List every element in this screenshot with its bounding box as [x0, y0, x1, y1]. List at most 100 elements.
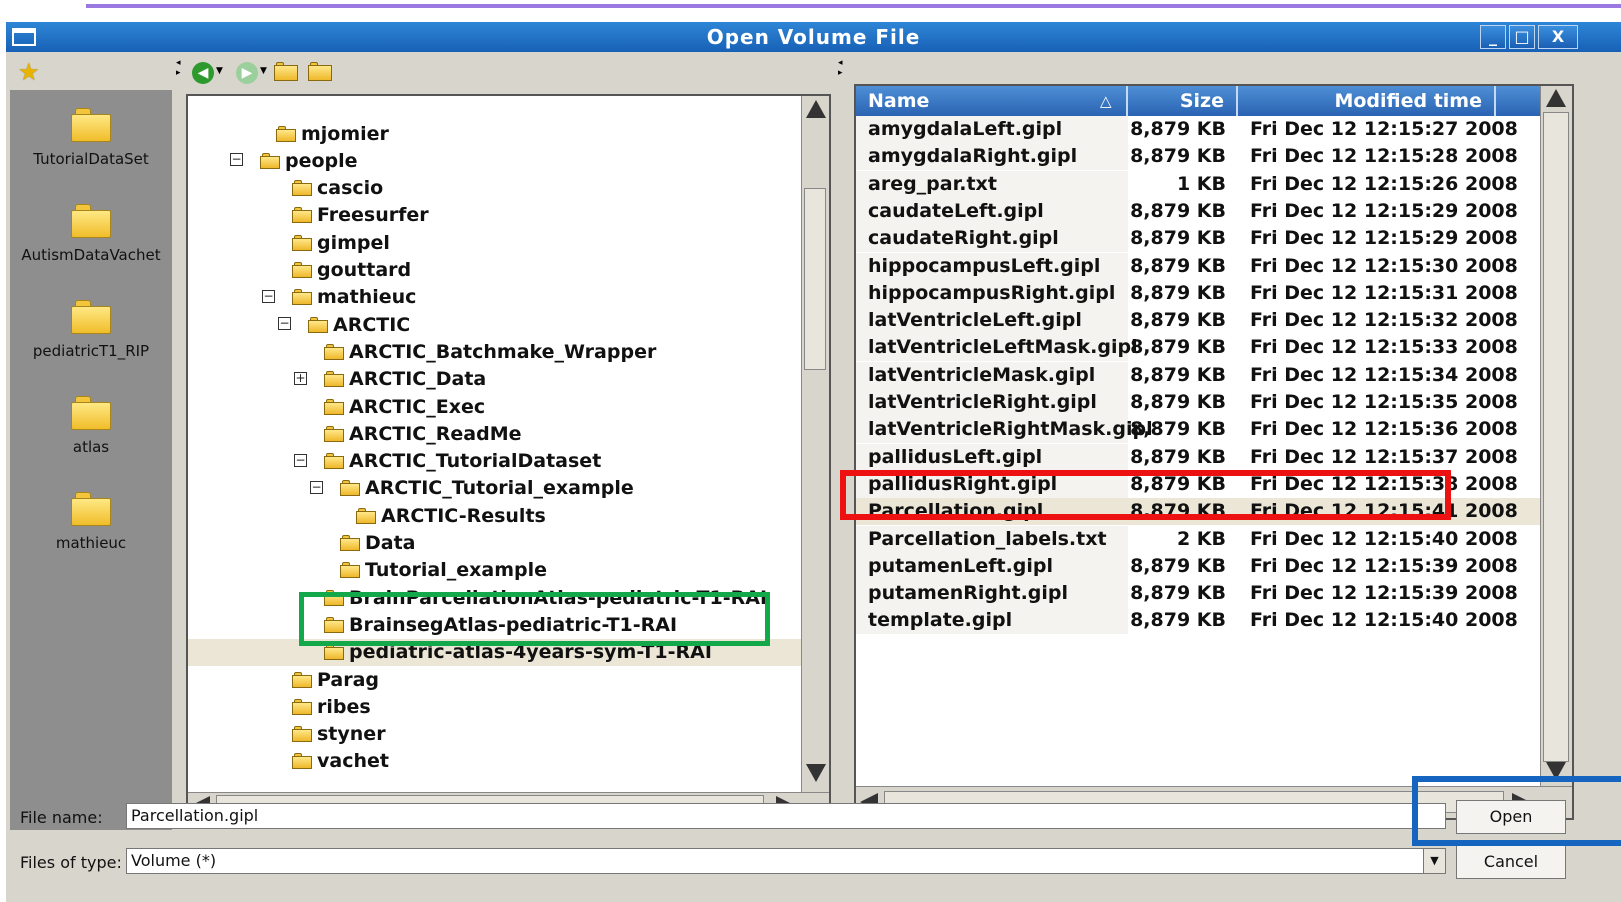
- place-item[interactable]: mathieuc: [10, 492, 172, 552]
- file-row[interactable]: template.gipl 8,879 KB Fri Dec 12 12:15:40…: [856, 607, 1540, 635]
- folder-icon: [292, 671, 312, 688]
- file-name-cell: caudateLeft.gipl: [868, 199, 1044, 222]
- file-row[interactable]: latVentricleMask.gipl 8,879 KB Fri Dec 12 …: [856, 361, 1540, 389]
- file-type-label: Files of type:: [20, 853, 122, 872]
- file-type-select[interactable]: Volume (*) ▼: [126, 848, 1446, 874]
- minimize-button[interactable]: _: [1480, 25, 1506, 49]
- tree-item[interactable]: + ARCTIC_Data: [188, 366, 801, 393]
- tree-item[interactable]: − ARCTIC_Tutorial_example: [188, 475, 801, 502]
- splitter-handle-left[interactable]: ◂ ▸: [176, 58, 181, 78]
- tree-item[interactable]: gimpel: [188, 229, 801, 256]
- collapse-icon[interactable]: −: [230, 153, 243, 167]
- collapse-icon[interactable]: −: [310, 480, 323, 494]
- file-row[interactable]: latVentricleLeft.gipl 8,879 KB Fri Dec 12 …: [856, 307, 1540, 335]
- tree-vertical-scrollbar[interactable]: [801, 96, 829, 792]
- collapse-icon[interactable]: −: [294, 453, 307, 467]
- column-size-header[interactable]: Size: [1128, 86, 1238, 116]
- file-modified-cell: Fri Dec 12 12:15:26 2008: [1250, 172, 1518, 195]
- file-row[interactable]: latVentricleRightMask.gipl 8,879 KB Fri De…: [856, 416, 1540, 444]
- file-row[interactable]: caudateLeft.gipl 8,879 KB Fri Dec 12 12:15…: [856, 197, 1540, 225]
- tree-item-label: Parag: [317, 668, 380, 691]
- tree-node: gouttard: [292, 257, 411, 284]
- files-vertical-scrollbar[interactable]: [1540, 86, 1572, 786]
- tree-node: ribes: [292, 693, 371, 720]
- tree-scroll-thumb[interactable]: [804, 188, 826, 370]
- collapse-icon[interactable]: −: [262, 289, 275, 303]
- file-row[interactable]: hippocampusRight.gipl 8,879 KB Fri Dec 12 …: [856, 279, 1540, 307]
- tree-item[interactable]: ARCTIC_Exec: [188, 393, 801, 420]
- file-row[interactable]: putamenRight.gipl 8,879 KB Fri Dec 12 12:1…: [856, 580, 1540, 608]
- scroll-down-icon[interactable]: [806, 764, 826, 782]
- file-row[interactable]: hippocampusLeft.gipl 8,879 KB Fri Dec 12 1…: [856, 252, 1540, 280]
- tree-item[interactable]: Freesurfer: [188, 202, 801, 229]
- tree-item-label: ARCTIC_Tutorial_example: [365, 477, 634, 500]
- forward-arrow-icon[interactable]: ▶: [236, 62, 258, 84]
- file-row[interactable]: amygdalaRight.gipl 8,879 KB Fri Dec 12 12:…: [856, 143, 1540, 171]
- place-label: AutismDataVachet: [21, 246, 161, 264]
- maximize-button[interactable]: □: [1509, 25, 1535, 49]
- chevron-down-icon[interactable]: ▼: [1423, 849, 1445, 873]
- tree-item[interactable]: gouttard: [188, 257, 801, 284]
- tree-item[interactable]: − ARCTIC_TutorialDataset: [188, 448, 801, 475]
- file-row[interactable]: latVentricleLeftMask.gipl 8,879 KB Fri Dec…: [856, 334, 1540, 362]
- tree-item[interactable]: styner: [188, 721, 801, 748]
- files-scroll-up-icon[interactable]: [1546, 89, 1566, 107]
- back-history-dropdown-icon[interactable]: ▼: [216, 66, 223, 76]
- close-button[interactable]: X: [1538, 25, 1578, 49]
- file-row[interactable]: caudateRight.gipl 8,879 KB Fri Dec 12 12:1…: [856, 225, 1540, 253]
- file-name-cell: latVentricleMask.gipl: [868, 363, 1096, 386]
- file-name-cell: latVentricleRightMask.gipl: [868, 418, 1153, 441]
- tree-item-label: gimpel: [317, 231, 390, 254]
- new-folder-icon[interactable]: [308, 62, 337, 86]
- tree-item[interactable]: ARCTIC-Results: [188, 502, 801, 529]
- column-name-header[interactable]: Name △: [856, 86, 1128, 116]
- folder-icon: [292, 234, 312, 251]
- tree-item[interactable]: cascio: [188, 175, 801, 202]
- file-name-cell: template.gipl: [868, 609, 1013, 632]
- tree-item[interactable]: ARCTIC_Batchmake_Wrapper: [188, 338, 801, 365]
- title-bar[interactable]: Open Volume File _ □ X: [6, 22, 1621, 52]
- tree-item[interactable]: Parag: [188, 666, 801, 693]
- file-row[interactable]: putamenLeft.gipl 8,879 KB Fri Dec 12 12:15…: [856, 552, 1540, 580]
- tree-item[interactable]: − mathieuc: [188, 284, 801, 311]
- tree-item[interactable]: vachet: [188, 748, 801, 775]
- tree-item[interactable]: − ARCTIC: [188, 311, 801, 338]
- tree-item[interactable]: ribes: [188, 693, 801, 720]
- file-name-cell: caudateRight.gipl: [868, 227, 1059, 250]
- cancel-button[interactable]: Cancel: [1456, 845, 1566, 879]
- place-item[interactable]: AutismDataVachet: [10, 204, 172, 264]
- file-modified-cell: Fri Dec 12 12:15:31 2008: [1250, 281, 1518, 304]
- file-row[interactable]: pallidusLeft.gipl 8,879 KB Fri Dec 12 12:1…: [856, 443, 1540, 471]
- files-scroll-thumb[interactable]: [1543, 112, 1569, 762]
- file-row[interactable]: amygdalaLeft.gipl 8,879 KB Fri Dec 12 12:1…: [856, 116, 1540, 143]
- star-icon[interactable]: ★: [18, 58, 40, 86]
- tree-item[interactable]: Tutorial_example: [188, 557, 801, 584]
- file-row[interactable]: areg_par.txt 1 KB Fri Dec 12 12:15:26 2008: [856, 170, 1540, 198]
- tree-item-label: ARCTIC_Data: [349, 368, 487, 391]
- file-row[interactable]: latVentricleRight.gipl 8,879 KB Fri Dec 12…: [856, 389, 1540, 416]
- file-modified-cell: Fri Dec 12 12:15:40 2008: [1250, 609, 1518, 632]
- folder-icon: [356, 507, 376, 524]
- file-name-input[interactable]: Parcellation.gipl: [126, 803, 1446, 829]
- place-item[interactable]: pediatricT1_RIP: [10, 300, 172, 360]
- collapse-icon[interactable]: −: [278, 317, 291, 331]
- tree-item[interactable]: Data: [188, 530, 801, 557]
- forward-history-dropdown-icon[interactable]: ▼: [260, 66, 267, 76]
- file-row[interactable]: Parcellation_labels.txt 2 KB Fri Dec 12 12…: [856, 525, 1540, 553]
- place-item[interactable]: TutorialDataSet: [10, 108, 172, 168]
- folder-icon: [71, 492, 111, 526]
- column-modified-header[interactable]: Modified time: [1238, 86, 1496, 116]
- place-item[interactable]: atlas: [10, 396, 172, 456]
- splitter-handle-right[interactable]: ◂ ▸: [838, 58, 843, 78]
- tree-node: ARCTIC_Exec: [324, 393, 485, 420]
- tree-item[interactable]: ARCTIC_ReadMe: [188, 420, 801, 447]
- back-arrow-icon[interactable]: ◀: [192, 62, 214, 84]
- expand-icon[interactable]: +: [294, 371, 307, 385]
- tree-node: vachet: [292, 748, 389, 775]
- scroll-up-icon[interactable]: [806, 100, 826, 118]
- tree-item[interactable]: mjomier: [188, 120, 801, 147]
- file-size-cell: 8,879 KB: [1130, 445, 1226, 468]
- highlight-box-blue: [1412, 776, 1621, 846]
- tree-item[interactable]: − people: [188, 147, 801, 174]
- folder-up-icon[interactable]: [274, 62, 303, 86]
